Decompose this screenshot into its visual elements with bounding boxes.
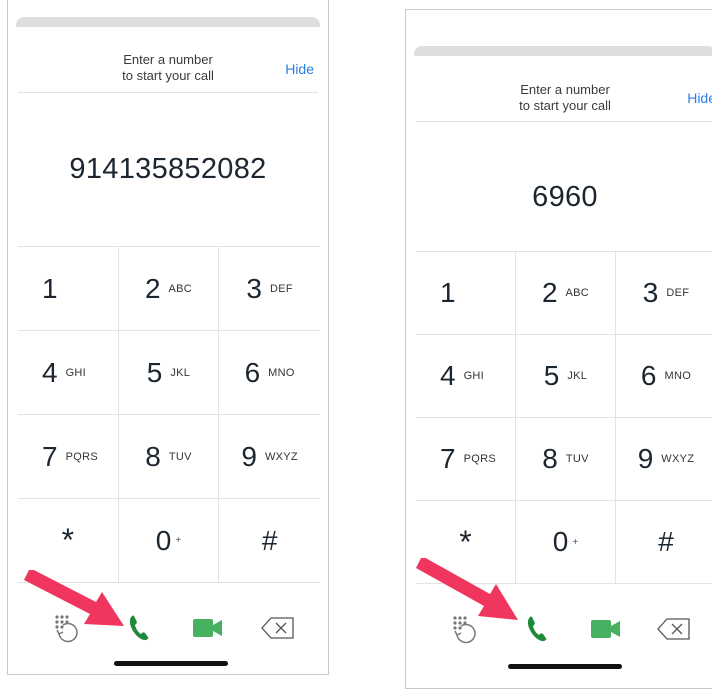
- key-7[interactable]: 7 PQRS: [18, 415, 119, 499]
- key-1[interactable]: 1: [18, 247, 119, 331]
- key-digit: 0: [155, 524, 172, 556]
- key-digit: 2: [144, 272, 161, 304]
- dialed-number: 6960: [532, 181, 598, 213]
- hide-button[interactable]: Hide: [687, 90, 712, 106]
- key-digit: *: [61, 522, 75, 558]
- key-6[interactable]: 6 MNO: [219, 331, 320, 415]
- key-1[interactable]: 1: [416, 252, 516, 335]
- key-letters: PQRS: [65, 450, 98, 463]
- key-digit: 9: [637, 443, 654, 474]
- key-digit: 5: [146, 356, 163, 388]
- key-letters: GHI: [65, 366, 87, 379]
- prompt-line-2: to start your call: [519, 98, 611, 113]
- key-digit: 8: [542, 443, 558, 474]
- pointer-arrow-icon: [416, 558, 518, 620]
- keypad: 1 2 ABC 3 DEF 4 GHI 5 JKL 6 MNO 7 PQRS 8 TUV 9W…: [416, 251, 712, 584]
- key-letters: DEF: [269, 282, 293, 295]
- key-9[interactable]: 9 WXYZ: [219, 415, 320, 499]
- key-digit: #: [261, 524, 278, 556]
- key-hash[interactable]: #: [616, 501, 712, 584]
- key-digit: 1: [42, 272, 58, 304]
- key-5[interactable]: 5 JKL: [516, 335, 616, 418]
- key-digit: 1: [440, 277, 456, 308]
- key-digit: 7: [42, 440, 58, 472]
- key-letters: WXYZ: [661, 453, 695, 465]
- key-3[interactable]: 3 DEF: [219, 247, 320, 331]
- key-digit: 3: [642, 277, 659, 308]
- key-2[interactable]: 2 ABC: [516, 252, 616, 335]
- key-digit: 4: [42, 356, 58, 388]
- key-letters: MNO: [268, 366, 295, 379]
- key-7[interactable]: 7 PQRS: [416, 418, 516, 501]
- video-camera-icon[interactable]: [186, 606, 230, 650]
- home-indicator: [508, 664, 622, 669]
- key-8[interactable]: 8 TUV: [118, 415, 220, 499]
- key-digit: 4: [440, 360, 456, 391]
- backspace-icon[interactable]: [256, 606, 300, 650]
- video-camera-icon[interactable]: [584, 607, 628, 651]
- dialed-number: 914135852082: [69, 153, 267, 185]
- key-digit: 5: [543, 360, 560, 391]
- hide-button[interactable]: Hide: [285, 61, 314, 77]
- key-4[interactable]: 4 GHI: [18, 331, 119, 415]
- prompt-line-1: Enter a number: [123, 52, 213, 67]
- keypad: 1 2 ABC 3 DEF 4 GHI 5 JKL 6 MNO 7 PQRS 8 TUV 9W…: [18, 246, 320, 583]
- key-hash[interactable]: #: [219, 499, 320, 583]
- key-digit: 6: [640, 360, 657, 391]
- dialer-header: Enter a number to start your call Hide: [18, 28, 318, 93]
- key-letters: GHI: [463, 370, 485, 382]
- key-letters: ABC: [565, 287, 590, 299]
- key-0[interactable]: 0 +: [118, 499, 220, 583]
- key-4[interactable]: 4 GHI: [416, 335, 516, 418]
- prompt-line-2: to start your call: [122, 68, 214, 83]
- key-6[interactable]: 6 MNO: [616, 335, 712, 418]
- key-digit: #: [658, 526, 674, 557]
- sheet-handle-bar: [16, 17, 320, 27]
- key-letters: TUV: [168, 450, 192, 463]
- key-0[interactable]: 0 +: [516, 501, 616, 584]
- dialer-header: Enter a number to start your call Hide: [416, 57, 712, 122]
- key-2[interactable]: 2 ABC: [118, 247, 220, 331]
- key-digit: 9: [241, 440, 257, 472]
- key-digit: 3: [246, 272, 262, 304]
- key-letters: +: [572, 536, 579, 548]
- key-letters: ABC: [168, 282, 193, 295]
- key-letters: TUV: [565, 453, 589, 465]
- key-8[interactable]: 8 TUV: [516, 418, 616, 501]
- key-letters: DEF: [666, 287, 690, 299]
- key-letters: JKL: [567, 370, 588, 382]
- backspace-icon[interactable]: [652, 607, 696, 651]
- key-digit: 7: [440, 443, 456, 474]
- pointer-arrow-icon: [24, 570, 124, 626]
- key-letters: JKL: [170, 366, 191, 379]
- key-letters: WXYZ: [264, 450, 298, 463]
- key-digit: *: [459, 523, 472, 560]
- phone-icon[interactable]: [516, 607, 560, 651]
- key-digit: 8: [145, 440, 161, 472]
- key-digit: 2: [541, 277, 558, 308]
- key-letters: MNO: [664, 370, 692, 382]
- sheet-handle-bar: [414, 46, 712, 56]
- key-digit: 6: [244, 356, 261, 388]
- home-indicator: [114, 661, 228, 666]
- key-letters: PQRS: [463, 453, 496, 465]
- key-5[interactable]: 5 JKL: [118, 331, 220, 415]
- key-digit: 0: [552, 526, 569, 557]
- key-9[interactable]: 9 WXYZ: [616, 418, 712, 501]
- key-3[interactable]: 3 DEF: [616, 252, 712, 335]
- key-letters: +: [175, 535, 182, 546]
- prompt-line-1: Enter a number: [520, 82, 610, 97]
